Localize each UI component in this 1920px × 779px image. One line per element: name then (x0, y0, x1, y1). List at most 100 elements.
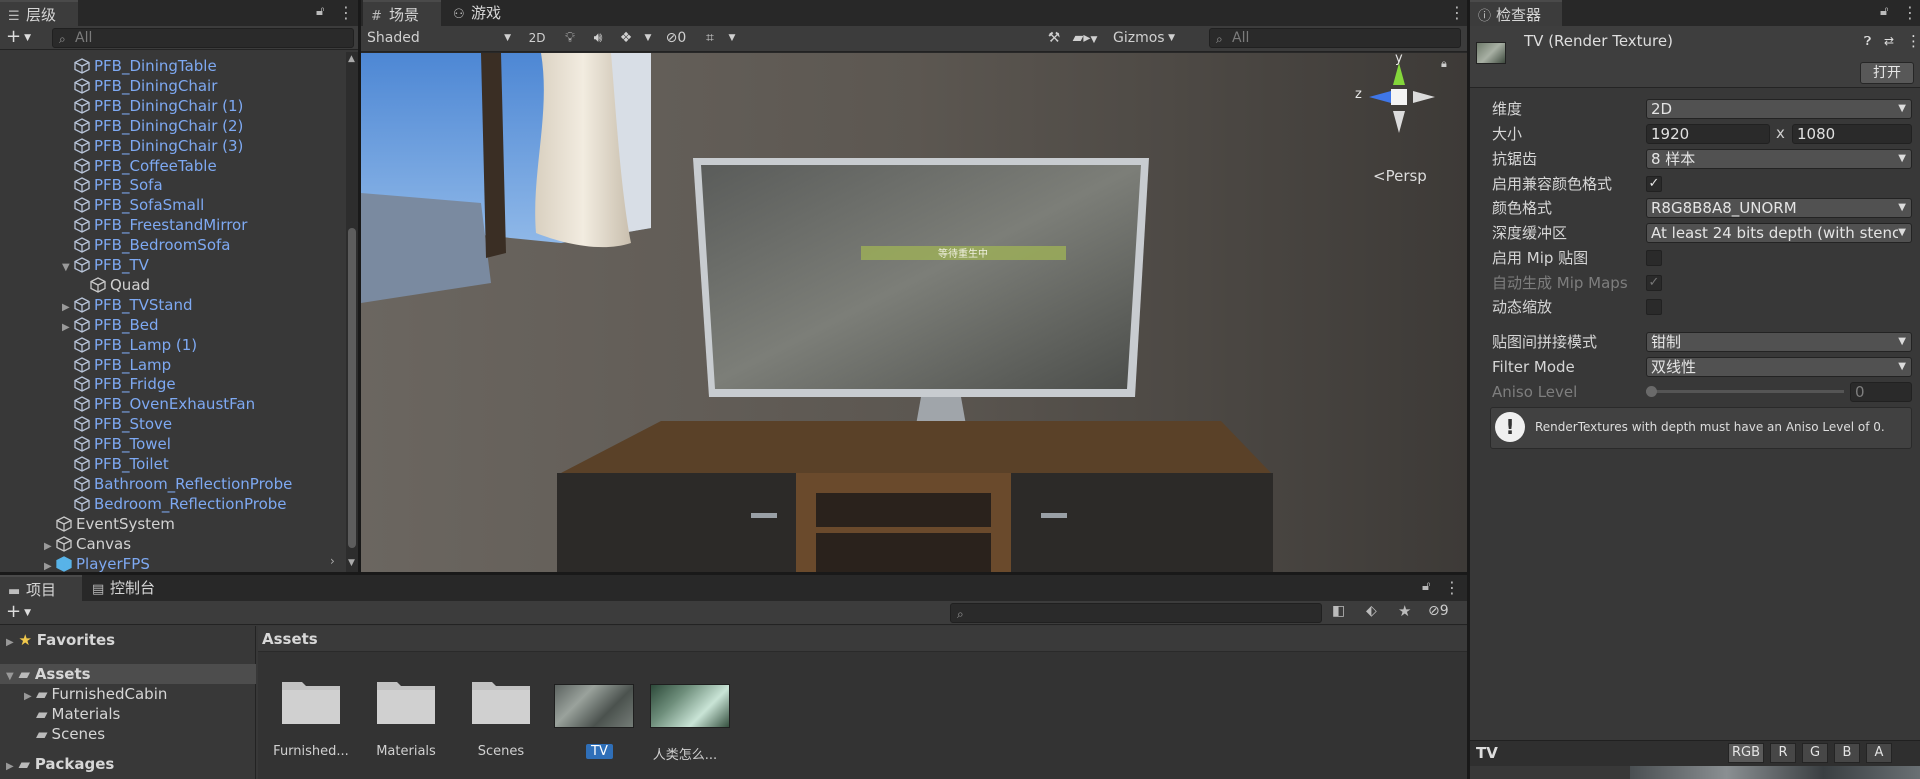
depth-buffer-dropdown[interactable]: At least 24 bits depth (with stenci ▼ (1646, 223, 1912, 243)
hierarchy-item[interactable]: ▼ PFB_TV (62, 255, 149, 275)
expand-arrow-icon[interactable]: ▼ (62, 258, 74, 278)
hierarchy-item[interactable]: PFB_Fridge (62, 374, 176, 394)
more-icon[interactable]: ⋮ (1449, 2, 1465, 24)
help-icon[interactable]: ❓︎ (1864, 34, 1871, 49)
channel-r-button[interactable]: R (1770, 743, 1796, 763)
tab-project[interactable]: ▬ 项目 (0, 575, 82, 601)
asset-label[interactable]: Materials (361, 744, 451, 759)
effects-dropdown-icon[interactable]: ▼ (641, 27, 655, 49)
tab-console[interactable]: ▤ 控制台 (84, 575, 176, 601)
project-folder-item[interactable]: ▰ Materials (24, 704, 120, 724)
hierarchy-item[interactable]: PFB_DiningTable (62, 56, 217, 76)
hierarchy-item[interactable]: EventSystem (44, 514, 175, 534)
channel-rgb-button[interactable]: RGB (1728, 743, 1764, 763)
hierarchy-scrollbar[interactable]: ▲ ▼ (346, 52, 358, 572)
hierarchy-item[interactable]: PFB_CoffeeTable (62, 156, 217, 176)
filter-by-label-icon[interactable]: ⬖ (1366, 603, 1377, 619)
hierarchy-item[interactable]: PFB_Lamp (62, 355, 171, 375)
tab-scene[interactable]: # 场景 (363, 0, 441, 26)
hierarchy-item[interactable]: PFB_Towel (62, 434, 171, 454)
folder-icon[interactable] (280, 676, 342, 726)
render-texture-thumbnail[interactable] (554, 676, 634, 728)
scroll-right-icon[interactable]: › (330, 554, 335, 568)
hidden-objects-toggle[interactable]: ⊘0 (659, 27, 693, 49)
audio-toggle-icon[interactable]: 🔊︎ (585, 27, 611, 49)
color-format-dropdown[interactable]: R8G8B8A8_UNORM ▼ (1646, 198, 1912, 218)
tools-icon[interactable]: ⚒ (1041, 27, 1067, 49)
hierarchy-item[interactable]: PFB_DiningChair (62, 76, 217, 96)
size-width-field[interactable]: 1920 (1646, 124, 1770, 144)
dimension-dropdown[interactable]: 2D ▼ (1646, 99, 1912, 119)
gizmos-dropdown[interactable]: Gizmos ▼ (1109, 27, 1177, 49)
more-icon[interactable]: ⋮ (1444, 577, 1460, 599)
favorites-star-icon[interactable]: ★ (1398, 602, 1411, 620)
scroll-up-icon[interactable]: ▲ (348, 54, 355, 64)
lock-icon[interactable]: 🔓︎ (316, 4, 330, 20)
expand-arrow-icon[interactable]: ▶ (44, 557, 56, 573)
effects-toggle-icon[interactable]: ❖ (613, 27, 639, 49)
mip-maps-checkbox[interactable] (1646, 250, 1662, 266)
hierarchy-item[interactable]: PFB_Lamp (1) (62, 335, 197, 355)
channel-a-button[interactable]: A (1866, 743, 1892, 763)
channel-g-button[interactable]: G (1802, 743, 1828, 763)
scene-search-input[interactable]: ⌕ All (1209, 28, 1461, 48)
tab-hierarchy[interactable]: ☰ 层级 (0, 0, 78, 26)
scene-viewport[interactable]: 等待重生中 y z <Persp 🔒︎ (361, 53, 1467, 572)
channel-b-button[interactable]: B (1834, 743, 1860, 763)
packages-item[interactable]: ▶ ▰ Packages (6, 754, 114, 774)
lock-icon[interactable]: 🔓︎ (1880, 4, 1894, 20)
open-button[interactable]: 打开 (1860, 62, 1914, 84)
tab-game[interactable]: ⚇ 游戏 (445, 0, 519, 26)
folder-icon[interactable] (375, 676, 437, 726)
hierarchy-item[interactable]: ▶ Canvas (44, 534, 131, 554)
hierarchy-item[interactable]: PFB_DiningChair (1) (62, 96, 243, 116)
size-height-field[interactable]: 1080 (1792, 124, 1912, 144)
lighting-toggle-icon[interactable]: 💡︎ (557, 27, 583, 49)
hierarchy-item[interactable]: PFB_FreestandMirror (62, 215, 247, 235)
asset-label[interactable]: Scenes (456, 744, 546, 759)
tab-inspector[interactable]: ⓘ 检查器 (1470, 0, 1562, 26)
hierarchy-item[interactable]: ▶ PFB_Bed (62, 315, 159, 335)
asset-label[interactable]: Furnished... (266, 744, 356, 759)
antialias-dropdown[interactable]: 8 样本 ▼ (1646, 149, 1912, 169)
asset-label[interactable]: TV (586, 744, 613, 759)
hierarchy-item[interactable]: Bedroom_ReflectionProbe (62, 494, 287, 514)
grid-dropdown-icon[interactable]: ▼ (725, 27, 739, 49)
grid-snap-icon[interactable]: ⌗ (697, 27, 723, 49)
scroll-down-icon[interactable]: ▼ (348, 558, 355, 568)
wrap-mode-dropdown[interactable]: 钳制 ▼ (1646, 332, 1912, 352)
assets-item[interactable]: ▼ ▰ Assets (6, 664, 91, 684)
favorites-item[interactable]: ▶ ★ Favorites (6, 630, 115, 650)
more-icon[interactable]: ⋮ (1906, 32, 1920, 50)
filter-mode-dropdown[interactable]: 双线性 ▼ (1646, 357, 1912, 377)
shading-mode-dropdown[interactable]: Shaded ▼ (363, 27, 515, 49)
hierarchy-item[interactable]: PFB_BedroomSofa (62, 235, 230, 255)
folder-icon[interactable] (470, 676, 532, 726)
preset-icon[interactable]: ⇄ (1884, 34, 1894, 48)
hidden-packages-toggle[interactable]: ⊘9 (1428, 603, 1449, 619)
more-icon[interactable]: ⋮ (338, 2, 354, 24)
hierarchy-item[interactable]: ▶ PFB_TVStand (62, 295, 193, 315)
orientation-gizmo[interactable]: y z <Persp (1351, 53, 1447, 185)
hierarchy-item[interactable]: ▶ PlayerFPS (44, 554, 150, 573)
camera-icon[interactable]: ▰▸▼ (1071, 27, 1099, 49)
hierarchy-item[interactable]: PFB_OvenExhaustFan (62, 394, 255, 414)
dynamic-scale-checkbox[interactable] (1646, 299, 1662, 315)
project-search-input[interactable]: ⌕ (950, 603, 1322, 623)
hierarchy-item[interactable]: PFB_Toilet (62, 454, 169, 474)
hierarchy-item[interactable]: PFB_Stove (62, 414, 172, 434)
hierarchy-item[interactable]: PFB_DiningChair (2) (62, 116, 243, 136)
2d-toggle-button[interactable]: 2D (523, 27, 551, 49)
project-folder-item[interactable]: ▶ ▰ FurnishedCabin (24, 684, 167, 704)
compat-format-checkbox[interactable]: ✓ (1646, 176, 1662, 192)
hierarchy-item[interactable]: Quad (78, 275, 150, 295)
image-thumbnail[interactable] (650, 676, 730, 728)
asset-label[interactable]: 人类怎么... (640, 744, 730, 763)
hierarchy-item[interactable]: PFB_SofaSmall (62, 195, 204, 215)
more-icon[interactable]: ⋮ (1902, 2, 1918, 24)
lock-icon[interactable]: 🔓︎ (1422, 579, 1436, 595)
create-button[interactable]: + ▼ (6, 602, 40, 622)
projection-label[interactable]: <Persp (1373, 167, 1427, 185)
hierarchy-scroll-thumb[interactable] (348, 228, 356, 548)
project-folder-item[interactable]: ▰ Scenes (24, 724, 105, 744)
